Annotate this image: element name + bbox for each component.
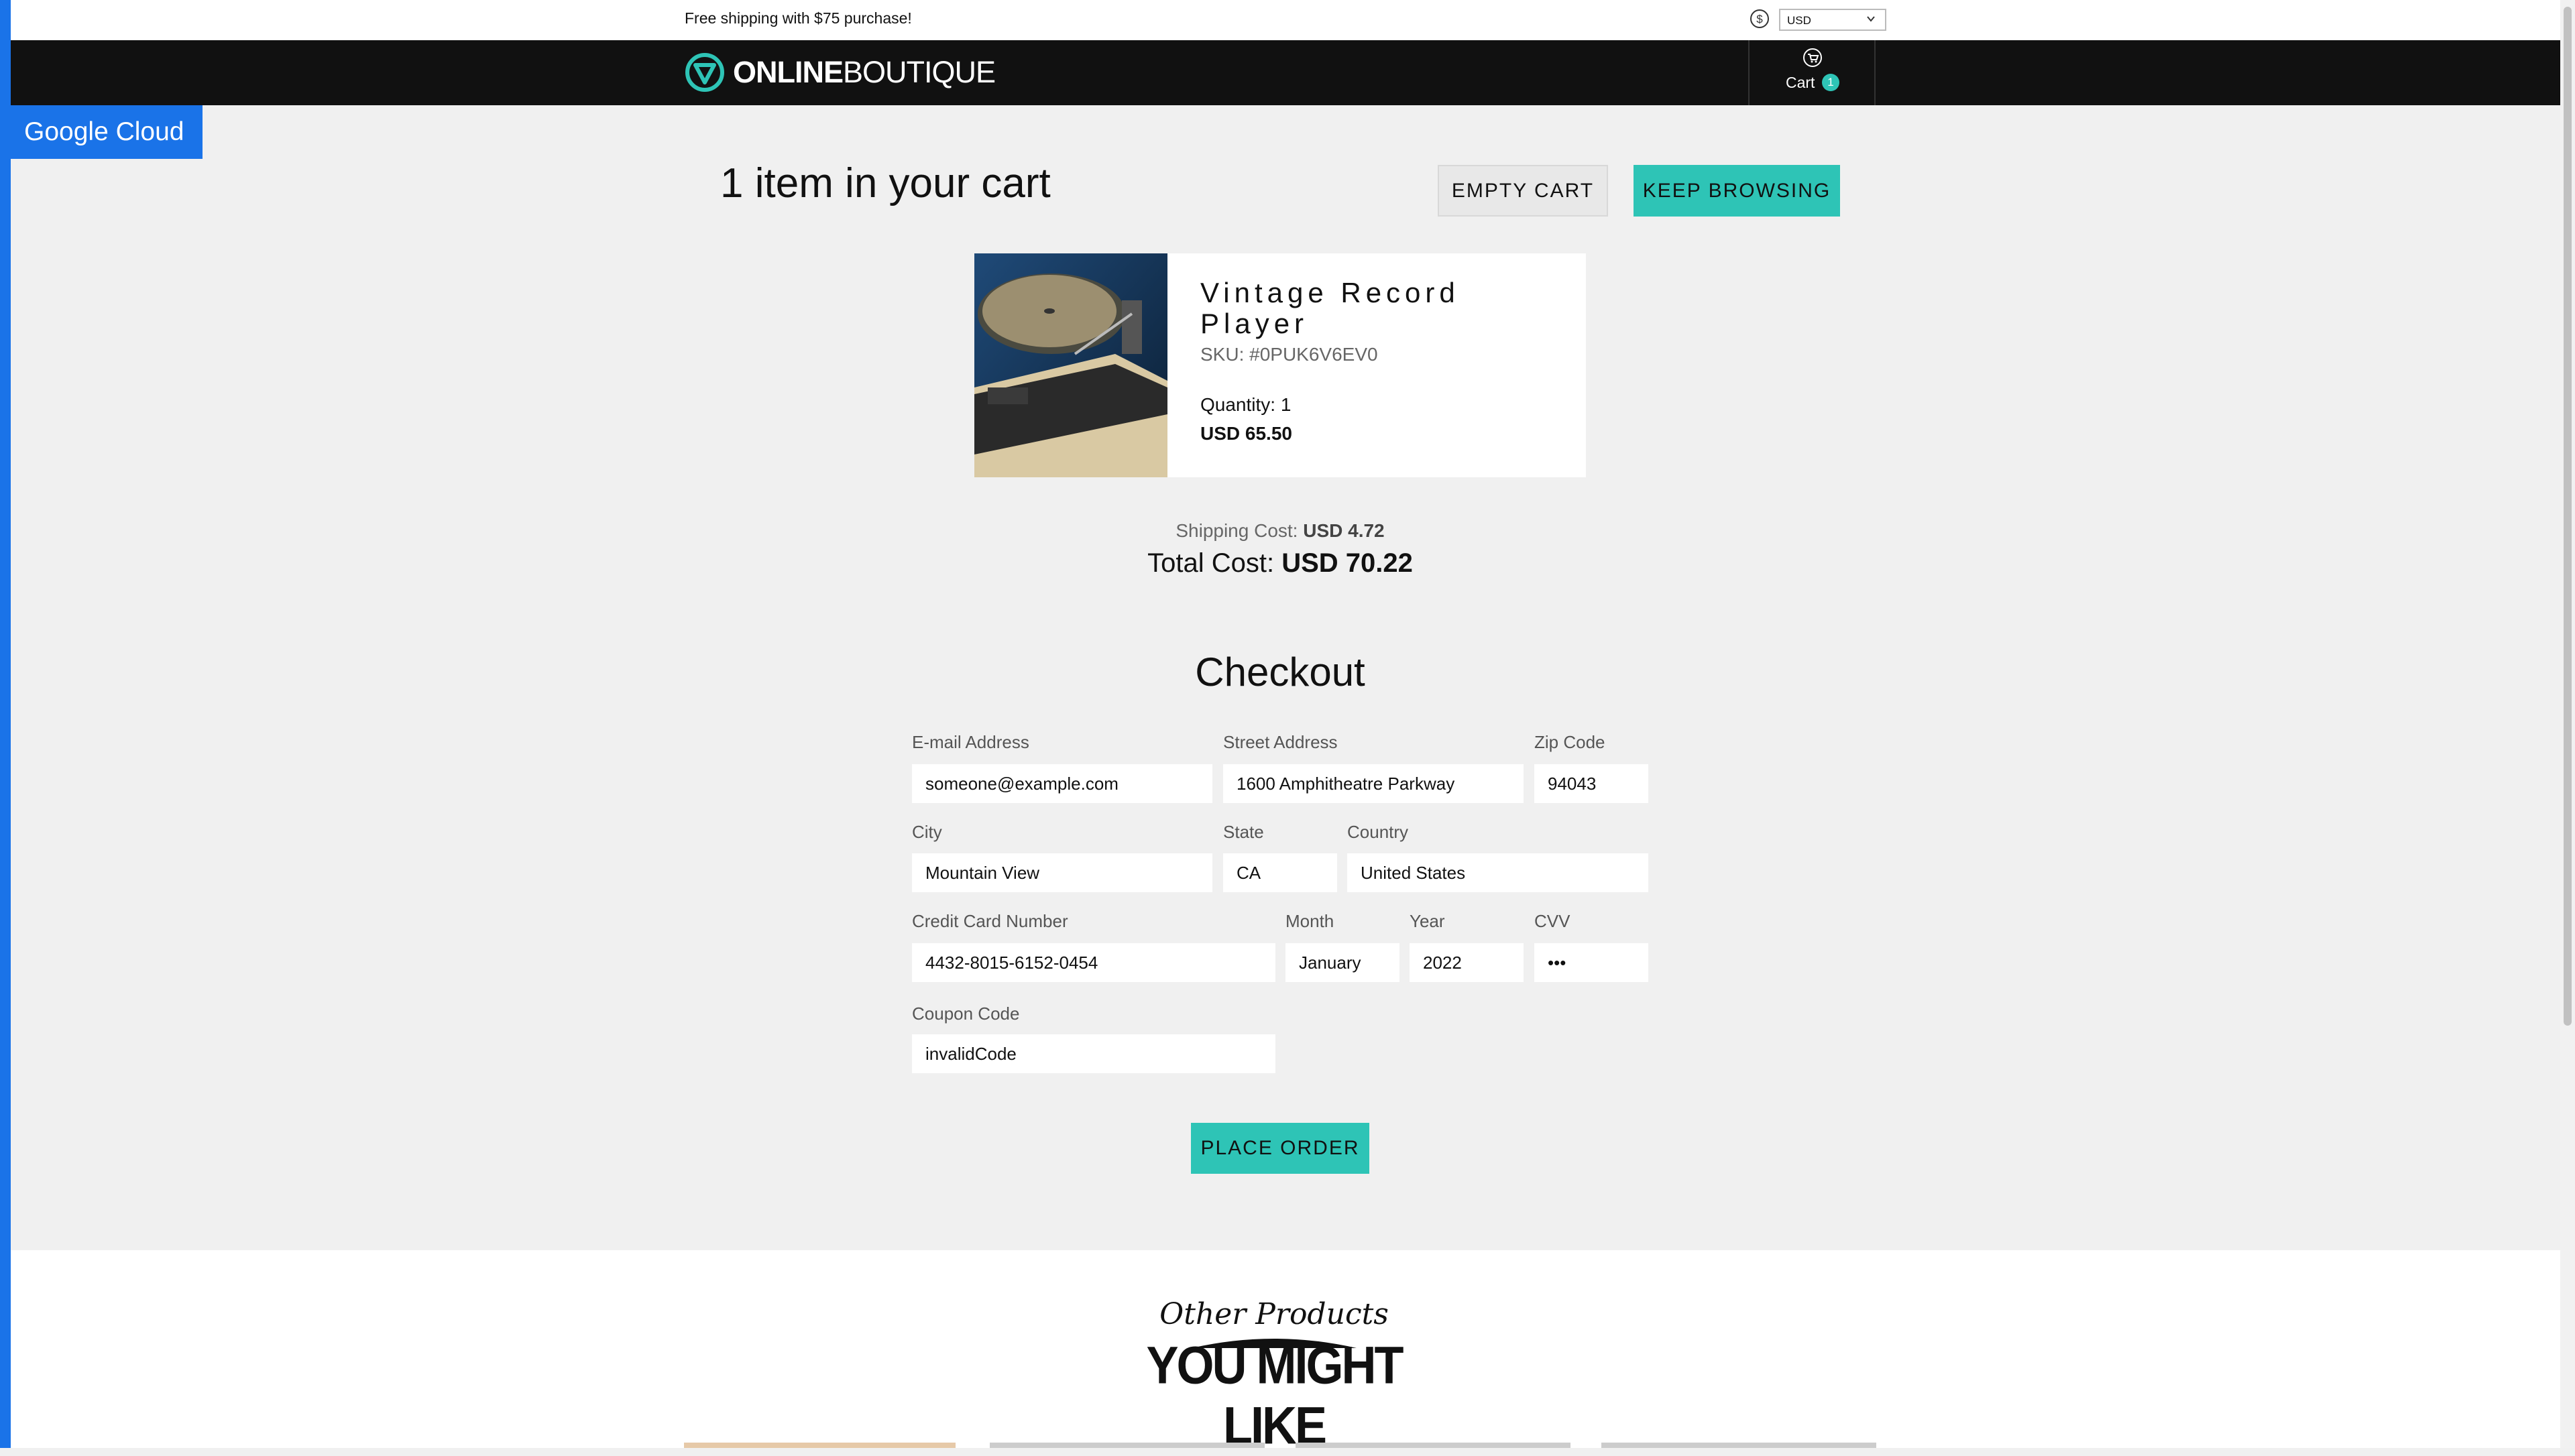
checkout-title: Checkout — [1195, 650, 1365, 694]
left-accent-strip — [0, 0, 11, 1448]
product-sku: SKU: #0PUK6V6EV0 — [1200, 344, 1378, 365]
scrollbar-thumb[interactable] — [2564, 7, 2572, 1026]
cart-item: Vintage Record Player SKU: #0PUK6V6EV0 Q… — [974, 253, 1586, 477]
street-field[interactable]: 1600 Amphitheatre Parkway — [1223, 764, 1524, 803]
zip-field[interactable]: 94043 — [1534, 764, 1648, 803]
email-field[interactable]: someone@example.com — [912, 764, 1212, 803]
coupon-label: Coupon Code — [912, 1004, 1020, 1024]
currency-select[interactable]: USD — [1779, 9, 1886, 31]
product-image[interactable] — [974, 253, 1167, 477]
product-name[interactable]: Vintage Record Player — [1200, 278, 1562, 339]
shipping-label: Shipping Cost: — [1176, 520, 1298, 541]
cart-label: Cart — [1786, 74, 1815, 91]
street-label: Street Address — [1223, 732, 1338, 752]
email-label: E-mail Address — [912, 732, 1029, 752]
cvv-field[interactable]: ••• — [1534, 943, 1648, 982]
recommended-product-3[interactable] — [1296, 1443, 1570, 1448]
year-select[interactable]: 2022 — [1410, 943, 1524, 982]
logo-text-thin: BOUTIQUE — [843, 55, 996, 89]
recommendations-heading-top: Other Products — [1159, 1297, 1389, 1331]
card-label: Credit Card Number — [912, 911, 1068, 931]
cart-count-badge: 1 — [1822, 74, 1839, 91]
recommended-product-1[interactable] — [684, 1443, 956, 1448]
city-field[interactable]: Mountain View — [912, 853, 1212, 892]
recommendations-heading-bottom: YOU MIGHT LIKE — [1146, 1335, 1404, 1456]
svg-text:$: $ — [1756, 13, 1763, 25]
navbar: ONLINEBOUTIQUE Cart 1 — [11, 40, 2560, 105]
cart-button[interactable]: Cart 1 — [1748, 40, 1876, 105]
chevron-down-icon — [1867, 16, 1875, 22]
month-select[interactable]: January — [1285, 943, 1399, 982]
cart-icon — [1803, 48, 1822, 67]
state-field[interactable]: CA — [1223, 853, 1337, 892]
total-cost: Total Cost: USD 70.22 — [0, 548, 2560, 579]
cvv-label: CVV — [1534, 911, 1570, 931]
logo-text: ONLINEBOUTIQUE — [733, 55, 996, 90]
year-label: Year — [1410, 911, 1445, 931]
total-label: Total Cost: — [1147, 548, 1275, 578]
page-scrollbar[interactable] — [2560, 0, 2575, 1448]
month-label: Month — [1285, 911, 1334, 931]
google-cloud-banner[interactable]: Google Cloud — [0, 105, 203, 159]
zip-label: Zip Code — [1534, 732, 1605, 752]
shipping-value: USD 4.72 — [1303, 520, 1385, 541]
state-label: State — [1223, 822, 1264, 842]
recommendations-heading: Other Products YOU MIGHT LIKE — [1140, 1297, 1408, 1455]
logo[interactable]: ONLINEBOUTIQUE — [685, 50, 996, 95]
product-quantity: Quantity: 1 — [1200, 394, 1292, 415]
top-bar: Free shipping with $75 purchase! $ USD — [11, 0, 2560, 40]
shipping-cost: Shipping Cost: USD 4.72 — [0, 520, 2560, 542]
logo-text-bold: ONLINE — [733, 55, 844, 89]
keep-browsing-button[interactable]: KEEP BROWSING — [1634, 165, 1840, 217]
recommended-product-2[interactable] — [990, 1443, 1265, 1448]
total-value: USD 70.22 — [1281, 548, 1413, 578]
dollar-icon: $ — [1750, 9, 1769, 28]
recommended-product-4[interactable] — [1601, 1443, 1876, 1448]
cart-title: 1 item in your cart — [720, 160, 1051, 206]
currency-value: USD — [1787, 14, 1811, 27]
country-field[interactable]: United States — [1347, 853, 1648, 892]
empty-cart-button[interactable]: EMPTY CART — [1438, 165, 1608, 217]
country-label: Country — [1347, 822, 1409, 842]
coupon-field[interactable]: invalidCode — [912, 1034, 1275, 1073]
card-number-field[interactable]: 4432-8015-6152-0454 — [912, 943, 1275, 982]
city-label: City — [912, 822, 942, 842]
product-price: USD 65.50 — [1200, 423, 1292, 444]
promo-text: Free shipping with $75 purchase! — [685, 9, 912, 27]
place-order-button[interactable]: PLACE ORDER — [1191, 1123, 1369, 1174]
logo-icon — [685, 53, 724, 92]
